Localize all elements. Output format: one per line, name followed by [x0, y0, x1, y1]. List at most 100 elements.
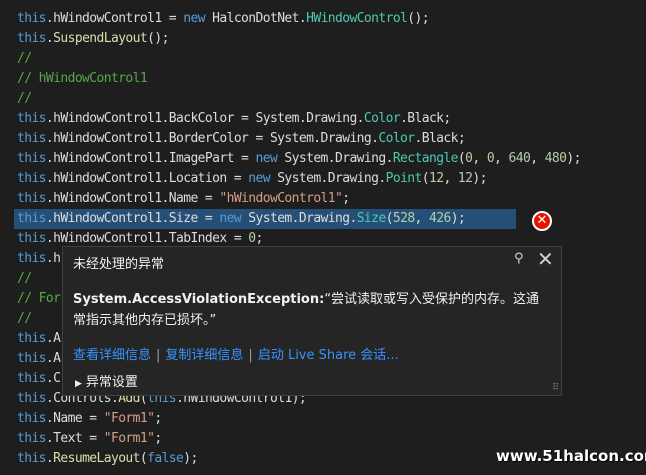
code-token: .A [45, 351, 61, 366]
code-line: this.hWindowControl1.BackColor = System.… [17, 109, 451, 129]
code-line: // [17, 309, 32, 329]
code-token: this [17, 331, 47, 346]
exception-settings-toggle[interactable]: ▶ 异常设置 [75, 371, 138, 390]
watermark: www.51halcon.com [496, 447, 646, 465]
code-token: System.Drawing. [277, 151, 393, 166]
code-token: .hWindowControl1.ImagePart = [45, 151, 256, 166]
code-token: // For [17, 291, 61, 306]
resize-grip-icon[interactable]: ⠿ [552, 383, 559, 393]
code-token: 0 [486, 151, 495, 166]
code-token: this [17, 351, 47, 366]
code-token: this [17, 151, 47, 166]
code-token: 640 [508, 151, 531, 166]
code-editor[interactable]: this.hWindowControl1 = new HalconDotNet.… [0, 0, 646, 475]
code-token: // [17, 311, 32, 326]
code-token: .Name = [45, 411, 104, 426]
code-line: this.A [17, 349, 61, 369]
code-token: .A [45, 331, 61, 346]
exception-popup: 未经处理的异常 ⚲ ✕ System.AccessViolationExcept… [62, 246, 562, 396]
code-token: .hWindowControl1.Size = [45, 211, 220, 226]
live-share-link[interactable]: 启动 Live Share 会话... [258, 348, 399, 363]
code-token: this [17, 171, 47, 186]
exception-settings-label: 异常设置 [85, 375, 138, 390]
view-details-link[interactable]: 查看详细信息 [73, 348, 151, 363]
link-separator: | [156, 348, 161, 363]
code-token: 528 [392, 211, 415, 226]
code-line: this.h [17, 249, 61, 269]
code-token: ); [450, 211, 466, 226]
pin-icon[interactable]: ⚲ [514, 251, 524, 266]
code-token: .hWindowControl1.BackColor = System.Draw… [45, 111, 365, 126]
code-line: // [17, 269, 32, 289]
code-token: // hWindowControl1 [17, 71, 148, 86]
code-line: // [17, 49, 32, 69]
code-token: this [17, 231, 47, 246]
link-separator: | [248, 348, 253, 363]
code-token: // [17, 91, 32, 106]
code-token: ; [255, 231, 264, 246]
code-token: .C [45, 371, 61, 386]
code-token: ; [154, 431, 162, 446]
code-line: // For [17, 289, 61, 309]
code-token: this [17, 371, 47, 386]
code-token: , [414, 211, 430, 226]
code-token: HWindowControl [306, 11, 408, 26]
code-token: , [472, 151, 487, 166]
code-token: .hWindowControl1.TabIndex = [45, 231, 249, 246]
code-token: this [17, 431, 47, 446]
popup-links: 查看详细信息 | 复制详细信息 | 启动 Live Share 会话... [73, 344, 399, 363]
code-line: this.hWindowControl1.Name = "hWindowCont… [17, 189, 350, 209]
code-token: Color [378, 131, 415, 146]
code-token: , [443, 171, 458, 186]
code-token: this [17, 411, 47, 426]
code-token: ; [342, 191, 350, 206]
exception-message: System.AccessViolationException:“尝试读取或写入… [73, 289, 543, 331]
code-token: .hWindowControl1.Name = [45, 191, 220, 206]
code-line: this.hWindowControl1.BorderColor = Syste… [17, 129, 466, 149]
code-line: this.hWindowControl1 = new HalconDotNet.… [17, 9, 430, 29]
code-line: this.SuspendLayout(); [17, 29, 169, 49]
code-token: new [219, 211, 242, 226]
code-token: ); [566, 151, 581, 166]
close-icon[interactable]: ✕ [537, 248, 554, 270]
code-token: .hWindowControl1 = [45, 11, 184, 26]
code-token: 426 [429, 211, 451, 226]
code-token: ); [472, 171, 487, 186]
code-token: Color [363, 111, 401, 126]
code-token: Point [385, 171, 423, 186]
code-token: .Black; [414, 131, 466, 146]
code-line: // [17, 89, 32, 109]
code-token: this [17, 211, 47, 226]
code-token: .Black; [400, 111, 451, 126]
code-token: this [17, 31, 47, 46]
code-token: new [248, 171, 270, 186]
code-token: (); [147, 31, 169, 46]
code-token: this [17, 251, 47, 266]
code-token: System.Drawing. [241, 211, 357, 226]
triangle-right-icon: ▶ [75, 379, 82, 389]
code-token: ( [421, 171, 430, 186]
code-token: , [530, 151, 545, 166]
code-line: this.Text = "Form1"; [17, 429, 162, 449]
code-line: this.A [17, 329, 61, 349]
code-token: System.Drawing. [269, 171, 386, 186]
code-token: this [17, 451, 47, 466]
error-circle-icon[interactable]: ✕ [532, 211, 552, 231]
code-line: this.C [17, 369, 61, 389]
code-token: new [183, 11, 205, 26]
code-line: this.hWindowControl1.Location = new Syst… [17, 169, 487, 189]
code-token: 12 [428, 171, 444, 186]
popup-title: 未经处理的异常 [73, 257, 165, 272]
code-token: false [147, 451, 184, 466]
code-token: new [255, 151, 278, 166]
code-token: this [17, 11, 47, 26]
copy-details-link[interactable]: 复制详细信息 [165, 348, 243, 363]
code-token: ( [385, 211, 394, 226]
code-token: .Text = [45, 431, 104, 446]
code-line: // hWindowControl1 [17, 69, 148, 89]
code-token: "Form1" [103, 431, 155, 446]
code-token: HalconDotNet. [204, 11, 307, 26]
code-token: "Form1" [103, 411, 155, 426]
code-token: (); [407, 11, 429, 26]
exception-type: System.AccessViolationException: [73, 292, 325, 307]
